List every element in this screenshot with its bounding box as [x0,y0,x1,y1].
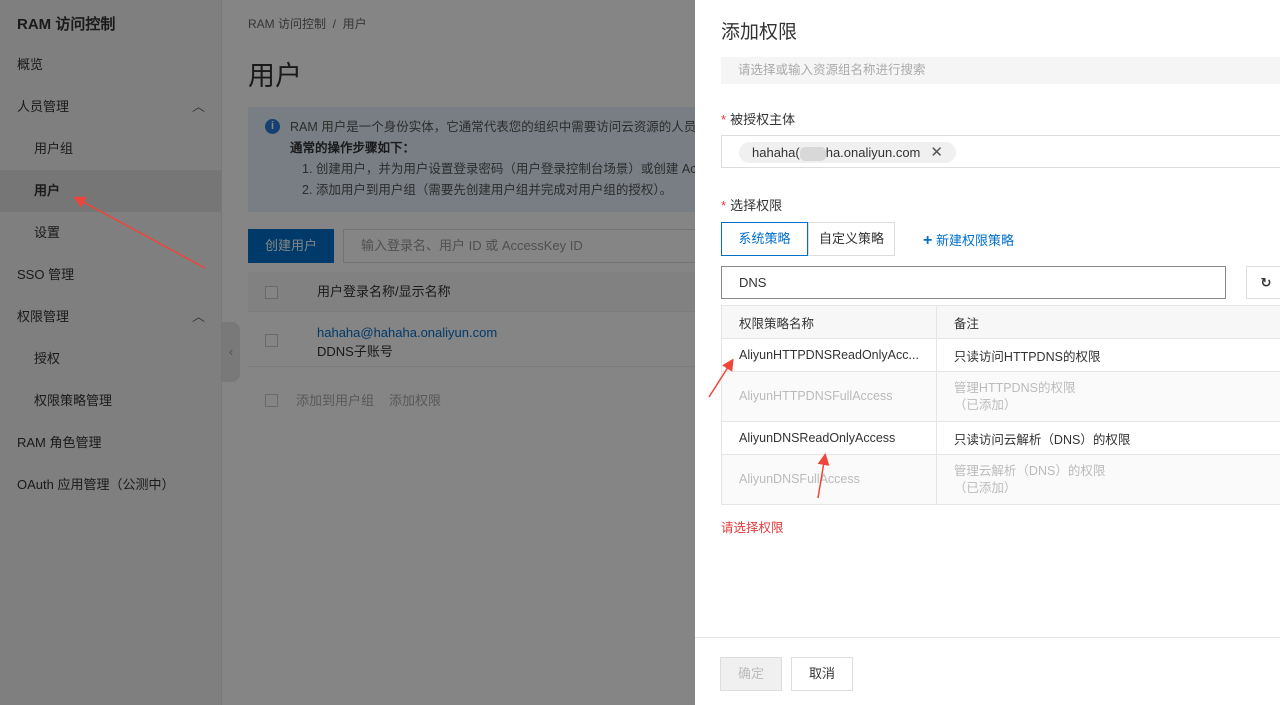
new-policy-link[interactable]: + 新建权限策略 [923,230,1014,250]
policy-filter-input[interactable]: DNS [721,266,1226,299]
label: 被授权主体 [730,112,796,127]
policy-note: 管理云解析（DNS）的权限 （已添加） [935,454,1280,505]
policy-name[interactable]: AliyunDNSReadOnlyAccess [721,421,937,455]
note-text: 管理云解析（DNS）的权限 [953,463,1106,478]
policy-name: AliyunHTTPDNSFullAccess [721,371,937,422]
policy-note: 管理HTTPDNS的权限 （已添加） [935,371,1280,422]
confirm-button[interactable]: 确定 [720,657,782,691]
principal-text: hahaha( [752,145,800,160]
column-header: 备注 [935,305,1280,339]
policy-note: 只读访问云解析（DNS）的权限 [935,421,1280,455]
permission-label: * 选择权限 [721,198,783,213]
column-header: 权限策略名称 [721,305,937,339]
principal-label: * 被授权主体 [721,112,796,127]
table-row: AliyunHTTPDNSFullAccess 管理HTTPDNS的权限 （已添加） [721,371,1280,422]
principal-text: ha.onaliyun.com [825,145,921,160]
policy-table: 权限策略名称 备注 AliyunHTTPDNSReadOnlyAcc... 只读访问… [721,305,1280,505]
close-icon[interactable]: ✕ [930,144,943,161]
label: 选择权限 [730,198,783,213]
principal-tag: hahaha( ha.onaliyun.com ✕ [739,142,956,163]
principal-field[interactable]: hahaha( ha.onaliyun.com ✕ [721,135,1280,168]
plus-icon: + [923,232,933,249]
table-row[interactable]: AliyunDNSReadOnlyAccess 只读访问云解析（DNS）的权限 [721,421,1280,455]
table-row: AliyunDNSFullAccess 管理云解析（DNS）的权限 （已添加） [721,454,1280,505]
tab-system-policy[interactable]: 系统策略 [721,222,808,256]
added-status: （已添加） [953,397,1017,412]
label: 新建权限策略 [935,233,1014,248]
redacted-mask [799,146,826,161]
policy-name[interactable]: AliyunHTTPDNSReadOnlyAcc... [721,338,937,372]
add-permission-drawer: 添加权限 请选择或输入资源组名称进行搜索 * 被授权主体 hahaha( ha.on… [695,0,1280,705]
refresh-icon[interactable]: ↻ [1246,266,1280,299]
policy-note: 只读访问HTTPDNS的权限 [935,338,1280,372]
added-status: （已添加） [953,480,1017,495]
drawer-title: 添加权限 [721,22,798,43]
drawer-footer: 确定 取消 [695,637,1280,705]
resource-group-select[interactable]: 请选择或输入资源组名称进行搜索 [721,57,1280,84]
tab-custom-policy[interactable]: 自定义策略 [808,222,895,256]
modal-overlay[interactable] [0,0,695,705]
policy-tabs: 系统策略 自定义策略 [721,222,895,256]
error-message: 请选择权限 [721,521,784,535]
table-row[interactable]: AliyunHTTPDNSReadOnlyAcc... 只读访问HTTPDNS的权… [721,338,1280,372]
policy-name: AliyunDNSFullAccess [721,454,937,505]
note-text: 管理HTTPDNS的权限 [953,380,1076,395]
cancel-button[interactable]: 取消 [791,657,853,691]
